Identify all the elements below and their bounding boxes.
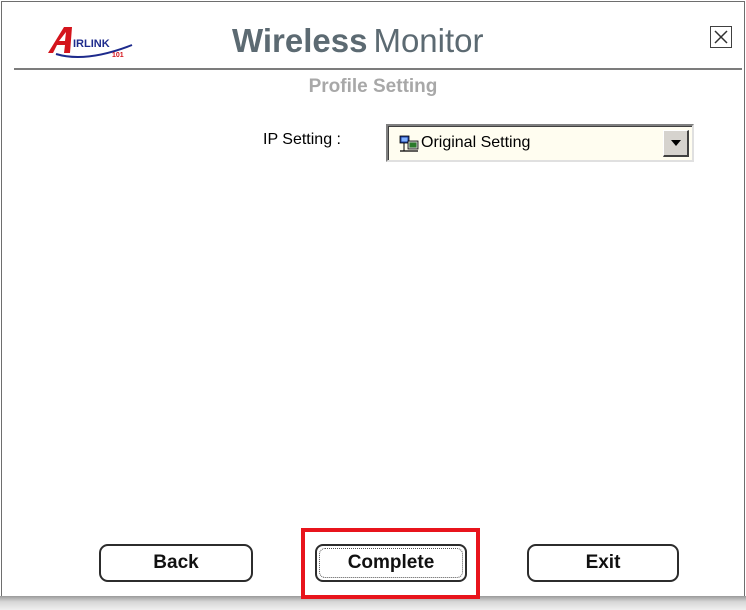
close-x-icon [714, 30, 728, 44]
back-button[interactable]: Back [99, 544, 253, 582]
network-computers-icon [399, 135, 419, 152]
highlight-box [301, 528, 480, 599]
app-frame: IRLINK 101 Wireless Monitor Profile Setti… [0, 0, 746, 610]
ip-setting-select[interactable]: Original Setting [386, 124, 694, 162]
exit-button[interactable]: Exit [527, 544, 679, 582]
app-title-bold: Wireless [232, 22, 368, 59]
close-button[interactable] [710, 26, 732, 48]
airlink-logo: IRLINK 101 [48, 27, 133, 59]
dropdown-button[interactable] [663, 130, 689, 157]
svg-text:IRLINK: IRLINK [73, 38, 110, 50]
ip-setting-selected-value: Original Setting [421, 134, 531, 151]
ip-setting-label: IP Setting : [263, 131, 341, 148]
svg-text:101: 101 [112, 52, 124, 59]
app-title: Wireless Monitor [232, 21, 484, 61]
chevron-down-icon [671, 140, 681, 146]
page-title: Profile Setting [308, 76, 438, 97]
app-title-thin: Monitor [373, 22, 484, 59]
header-bar: IRLINK 101 Wireless Monitor [14, 8, 742, 70]
